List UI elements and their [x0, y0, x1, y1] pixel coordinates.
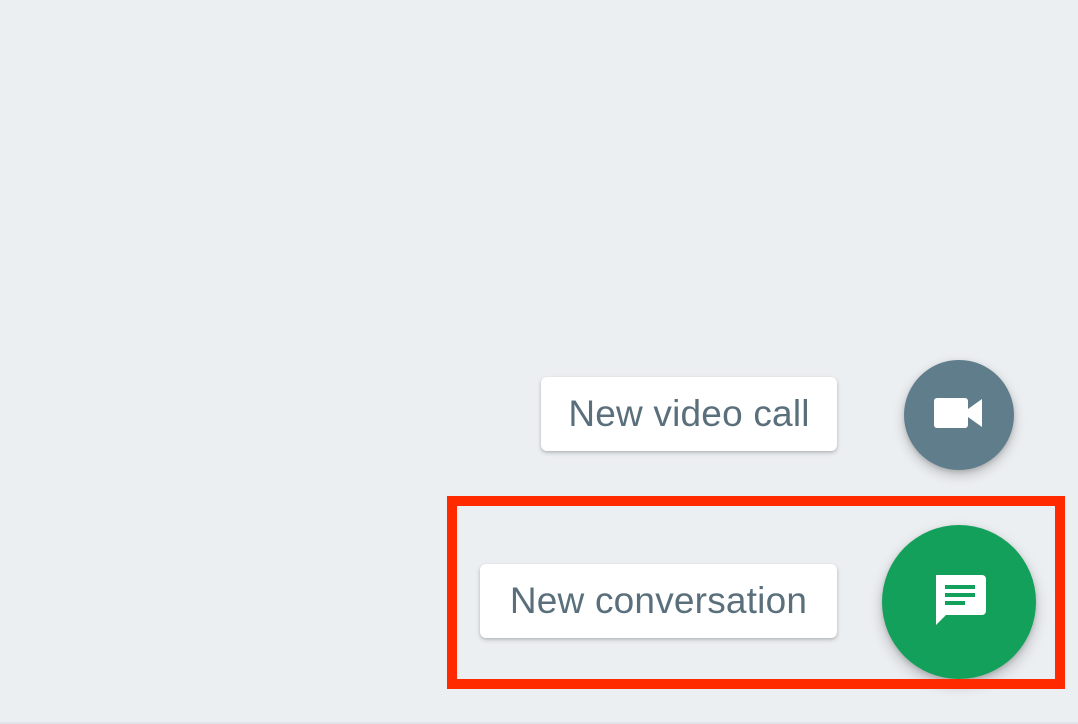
new-conversation-button[interactable]	[882, 525, 1036, 679]
video-camera-icon	[932, 395, 986, 436]
new-conversation-label[interactable]: New conversation	[480, 564, 837, 638]
new-video-call-label[interactable]: New video call	[541, 377, 837, 451]
chat-message-icon	[930, 571, 988, 634]
new-video-call-button[interactable]	[904, 360, 1014, 470]
